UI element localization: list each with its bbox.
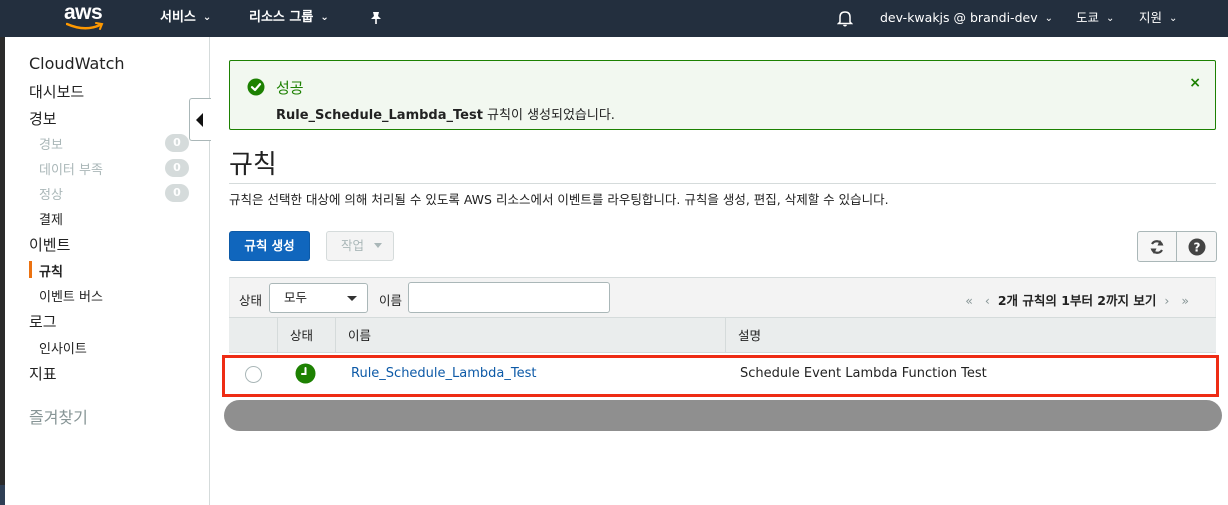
help-button[interactable]: ? [1176, 231, 1217, 262]
sidebar-item-event-buses[interactable]: 이벤트 버스 [39, 286, 103, 305]
sidebar-item-cloudwatch[interactable]: CloudWatch [29, 54, 125, 73]
row-highlight-box [222, 355, 1219, 397]
table-header: 상태 이름 설명 [229, 317, 1216, 353]
sidebar-item-ok[interactable]: 정상 [39, 184, 63, 203]
sidebar-item-billing[interactable]: 결제 [39, 209, 63, 228]
sidebar-item-insights[interactable]: 인사이트 [39, 338, 87, 357]
active-indicator [29, 261, 32, 278]
bell-icon [836, 11, 854, 27]
divider [229, 183, 1216, 184]
table-filter-bar: 상태 모두 이름 « ‹ 2개 규칙의 1부터 2까지 보기 › » [229, 277, 1216, 317]
first-page-icon[interactable]: « [965, 293, 973, 308]
name-filter-input[interactable] [408, 282, 610, 313]
services-menu[interactable]: 서비스 ⌄ [160, 0, 211, 37]
pushpin-icon [371, 12, 381, 24]
flash-title: 성공 [276, 79, 304, 97]
last-page-icon[interactable]: » [1181, 293, 1189, 308]
account-menu[interactable]: dev-kwakjs @ brandi-dev ⌄ [880, 0, 1053, 37]
refresh-button[interactable] [1137, 231, 1177, 262]
sidebar: CloudWatch 대시보드 경보 경보 0 데이터 부족 0 정상 0 결제… [5, 37, 210, 505]
count-badge: 0 [165, 159, 189, 177]
horizontal-scrollbar[interactable] [224, 400, 1222, 431]
sidebar-item-insufficient-data[interactable]: 데이터 부족 [39, 159, 103, 178]
success-flash: 성공 Rule_Schedule_Lambda_Test 규칙이 생성되었습니다… [229, 60, 1216, 130]
page-title: 규칙 [229, 150, 277, 180]
check-circle-icon [247, 78, 265, 96]
column-header-description[interactable]: 설명 [725, 318, 1216, 353]
chevron-down-icon: ⌄ [1044, 13, 1053, 24]
name-filter-label: 이름 [379, 293, 403, 308]
sidebar-item-alarm-state[interactable]: 경보 [39, 134, 63, 153]
state-filter-label: 상태 [239, 293, 263, 308]
select-column-header [229, 318, 277, 353]
chevron-down-icon: ⌄ [1169, 13, 1178, 24]
top-navigation: aws 서비스 ⌄ 리소스 그룹 ⌄ dev-kwakjs @ brandi-dev… [0, 0, 1228, 37]
caret-down-icon [374, 243, 382, 248]
flash-message: Rule_Schedule_Lambda_Test 규칙이 생성되었습니다. [276, 108, 615, 123]
pin-button[interactable] [369, 0, 383, 37]
chevron-down-icon: ⌄ [202, 12, 212, 23]
sidebar-item-events[interactable]: 이벤트 [29, 234, 70, 255]
close-icon[interactable]: × [1189, 75, 1201, 91]
column-header-status[interactable]: 상태 [277, 318, 335, 353]
aws-logo[interactable]: aws [64, 0, 108, 37]
resource-groups-menu[interactable]: 리소스 그룹 ⌄ [249, 0, 329, 37]
support-menu[interactable]: 지원 ⌄ [1139, 0, 1177, 37]
actions-button[interactable]: 작업 [326, 231, 394, 261]
sidebar-item-metrics[interactable]: 지표 [29, 363, 57, 384]
count-badge: 0 [165, 184, 189, 202]
chevron-down-icon: ⌄ [320, 12, 329, 23]
svg-text:?: ? [1194, 241, 1201, 255]
chevron-down-icon: ⌄ [1106, 13, 1115, 24]
prev-page-icon[interactable]: ‹ [985, 293, 990, 308]
help-icon: ? [1188, 238, 1206, 256]
notifications-button[interactable] [836, 0, 854, 37]
sidebar-item-rules[interactable]: 규칙 [39, 261, 63, 280]
sidebar-item-dashboards[interactable]: 대시보드 [29, 81, 84, 102]
column-header-name[interactable]: 이름 [335, 318, 725, 353]
region-menu[interactable]: 도쿄 ⌄ [1076, 0, 1114, 37]
sidebar-collapse-button[interactable] [189, 98, 211, 141]
refresh-icon [1150, 240, 1164, 254]
state-filter-select[interactable]: 모두 [269, 283, 368, 313]
sidebar-item-alarms[interactable]: 경보 [29, 108, 57, 129]
sidebar-favorites[interactable]: 즐겨찾기 [29, 404, 88, 428]
aws-smile-icon [66, 22, 104, 30]
create-rule-button[interactable]: 규칙 생성 [229, 231, 310, 261]
sidebar-item-logs[interactable]: 로그 [29, 311, 57, 332]
count-badge: 0 [165, 134, 189, 152]
pagination: « ‹ 2개 규칙의 1부터 2까지 보기 › » [965, 293, 1189, 308]
next-page-icon[interactable]: › [1164, 293, 1169, 308]
page-description: 규칙은 선택한 대상에 의해 처리될 수 있도록 AWS 리소스에서 이벤트를 … [229, 192, 889, 207]
